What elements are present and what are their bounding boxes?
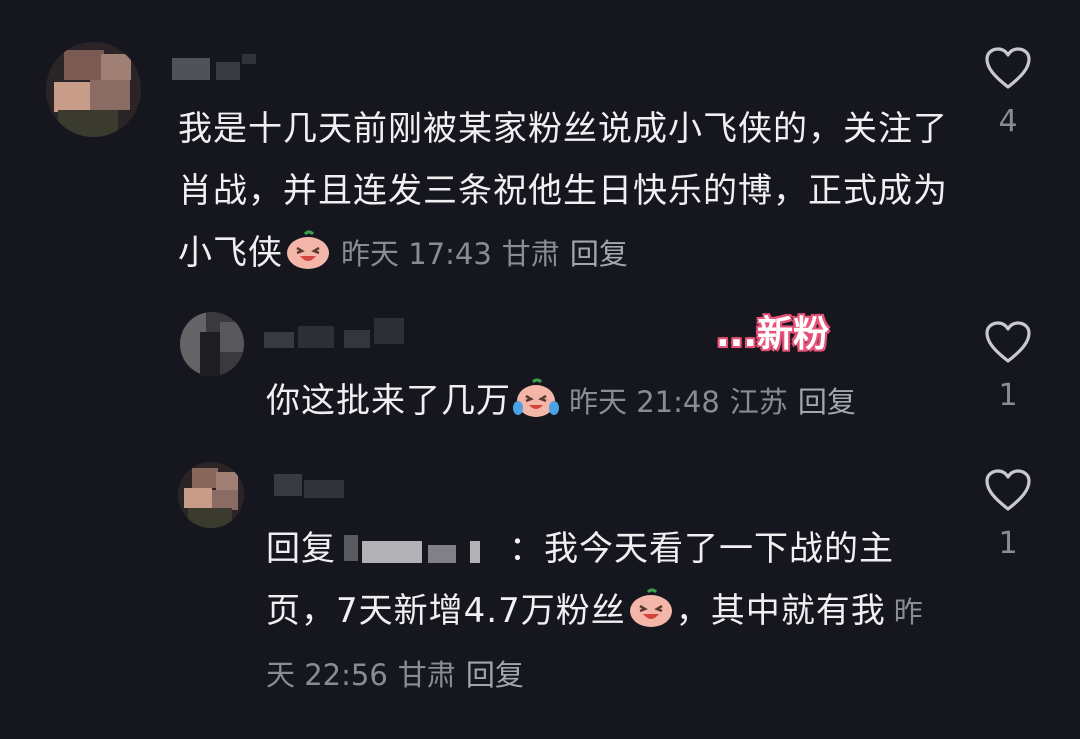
like-button[interactable]: 4 (978, 46, 1038, 139)
comment-location: 甘肃 (501, 237, 560, 271)
reply-button[interactable]: 回复 (798, 385, 856, 419)
comment-time: 昨天 17:43 (341, 237, 492, 271)
reply-button[interactable]: 回复 (570, 237, 628, 271)
username-redacted[interactable] (172, 50, 262, 80)
laughing-face-emoji (628, 586, 674, 627)
heart-icon (985, 321, 1031, 363)
comment-body: 你这批来了几万 昨天 21:48 江苏 回复 (266, 370, 946, 433)
comment-body: 回复 ：我今天看了一下战的主页，7天新增4.7万粉丝 ，其中就有我 昨天 22:56 甘… (266, 518, 946, 706)
reply-prefix: 回复 (266, 529, 336, 569)
comment-text: 你这批来了几万 (266, 381, 511, 421)
comment-time: 昨天 21:48 (569, 385, 720, 419)
avatar[interactable] (46, 42, 141, 137)
like-count: 1 (998, 378, 1018, 413)
comment-body: 我是十几天前刚被某家粉丝说成小飞侠的，关注了肖战，并且连发三条祝他生日快乐的博，… (178, 98, 948, 285)
avatar[interactable] (180, 312, 244, 376)
annotation-text: ...新粉 (716, 314, 830, 355)
like-count: 1 (998, 526, 1018, 561)
comment-text-tail: ，其中就有我 (675, 591, 886, 631)
mention-redacted[interactable] (340, 531, 505, 565)
username-redacted[interactable] (274, 468, 354, 498)
like-button[interactable]: 1 (978, 468, 1038, 561)
username-redacted[interactable] (264, 318, 414, 348)
crying-laughing-face-emoji (513, 376, 559, 417)
like-count: 4 (998, 104, 1018, 139)
comment-location: 甘肃 (397, 658, 456, 692)
laughing-face-emoji (285, 228, 331, 269)
reply-button[interactable]: 回复 (466, 658, 524, 692)
heart-icon (985, 47, 1031, 89)
like-button[interactable]: 1 (978, 320, 1038, 413)
heart-icon (985, 469, 1031, 511)
avatar[interactable] (178, 462, 244, 528)
comment-location: 江苏 (729, 385, 788, 419)
